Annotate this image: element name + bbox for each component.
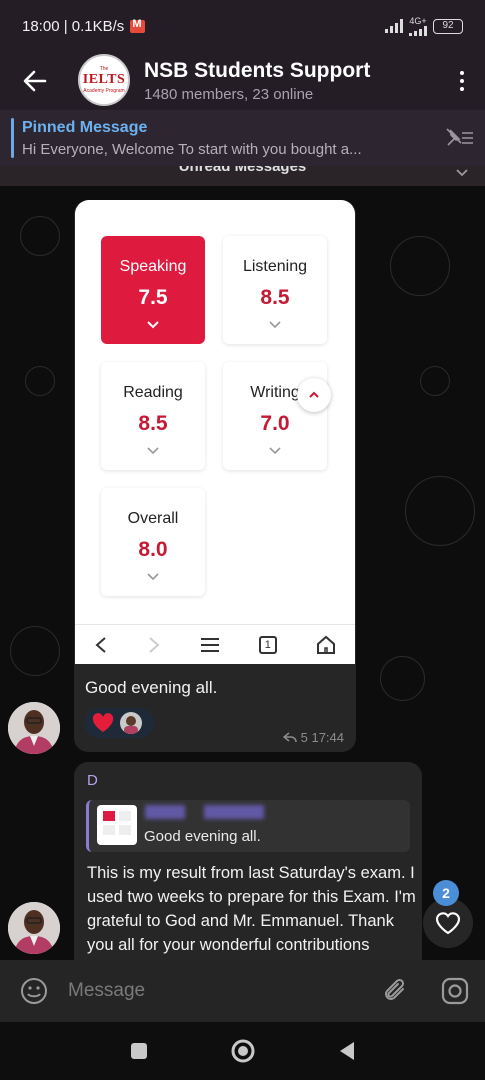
- reply-preview-text: Good evening all.: [144, 828, 261, 845]
- network-label: 4G+: [409, 16, 427, 36]
- home-icon: [316, 635, 335, 654]
- forward-chevron-icon: [149, 636, 160, 653]
- chevron-down-icon: [147, 321, 159, 329]
- tab-count-icon: 1: [258, 635, 277, 654]
- camera-button[interactable]: [425, 977, 485, 1005]
- reaction-pill[interactable]: [84, 708, 154, 738]
- reactor-avatar: [120, 712, 142, 734]
- back-chevron-icon: [95, 636, 107, 653]
- pinned-text: Pinned Message Hi Everyone, Welcome To s…: [22, 119, 435, 158]
- chat-header: The IELTS Academy Program NSB Students S…: [0, 52, 485, 110]
- gmail-icon: [130, 18, 146, 33]
- score-card-speaking: Speaking 7.5: [101, 236, 205, 344]
- group-avatar-sub-text: Academy Program: [83, 88, 125, 94]
- battery-icon: 92: [433, 18, 463, 34]
- heart-icon: [92, 713, 114, 732]
- chevron-up-icon: [309, 391, 319, 398]
- doodle-bg: [10, 626, 60, 676]
- signal-icon: [385, 19, 403, 33]
- pinned-preview: Hi Everyone, Welcome To start with you b…: [22, 140, 362, 158]
- message-caption: Good evening all.: [85, 678, 218, 697]
- group-info[interactable]: NSB Students Support 1480 members, 23 on…: [144, 59, 439, 103]
- group-title: NSB Students Support: [144, 59, 371, 82]
- doodle-bg: [390, 236, 450, 296]
- redacted-name: [204, 805, 264, 819]
- message-composer: [0, 960, 485, 1022]
- doodle-bg: [380, 656, 425, 701]
- score-card-reading: Reading 8.5: [101, 362, 205, 470]
- group-avatar[interactable]: The IELTS Academy Program: [78, 54, 130, 106]
- sender-name: D: [87, 772, 98, 789]
- score-value: 8.5: [260, 286, 290, 309]
- status-indicators: 4G+ 92: [385, 16, 463, 36]
- message-bubble[interactable]: Speaking 7.5 Listening 8.5 Reading 8.5 W…: [74, 200, 356, 752]
- chevron-down-icon: [147, 447, 159, 455]
- reply-quote[interactable]: Good evening all.: [86, 800, 410, 852]
- score-value: 7.5: [138, 286, 168, 309]
- score-label: Listening: [242, 258, 308, 275]
- doodle-bg: [25, 366, 55, 396]
- result-screenshot-image[interactable]: Speaking 7.5 Listening 8.5 Reading 8.5 W…: [75, 200, 355, 664]
- emoji-icon: [21, 978, 47, 1004]
- heart-outline-icon: [435, 912, 461, 935]
- doodle-bg: [405, 476, 475, 546]
- group-avatar-logo: IELTS: [82, 72, 126, 87]
- sender-avatar[interactable]: [8, 702, 60, 754]
- back-button[interactable]: [0, 52, 70, 110]
- score-card-overall: Overall 8.0: [101, 488, 205, 596]
- message-text: This is my result from last Saturday's e…: [87, 864, 416, 954]
- hamburger-menu-icon: [200, 637, 219, 652]
- scroll-up-button: [297, 378, 331, 412]
- emoji-button[interactable]: [0, 977, 68, 1005]
- home-circle-icon[interactable]: [230, 1038, 256, 1064]
- status-bar: 18:00 | 0.1KB/s 4G+ 92: [0, 0, 485, 52]
- arrow-left-icon: [23, 70, 47, 92]
- pinned-message-bar[interactable]: Pinned Message Hi Everyone, Welcome To s…: [0, 110, 485, 166]
- browser-nav-bar: 1: [75, 624, 355, 664]
- chat-area[interactable]: Speaking 7.5 Listening 8.5 Reading 8.5 W…: [0, 186, 485, 960]
- message-input[interactable]: [68, 980, 367, 1002]
- instagram-camera-icon: [441, 977, 469, 1005]
- score-label: Speaking: [119, 258, 187, 275]
- score-label: Overall: [127, 510, 179, 527]
- reply-thumbnail: [97, 805, 137, 845]
- score-value: 8.0: [138, 538, 168, 561]
- message-meta: 5 17:44: [282, 730, 344, 745]
- unread-messages-divider: Unread Messages: [0, 166, 485, 186]
- doodle-bg: [20, 216, 60, 256]
- reply-count-time: 5 17:44: [300, 730, 344, 745]
- sender-avatar[interactable]: [8, 902, 60, 954]
- recents-square-icon[interactable]: [130, 1042, 148, 1060]
- chevron-down-icon: [269, 321, 281, 329]
- chevron-down-icon: [269, 447, 281, 455]
- paperclip-icon: [385, 978, 405, 1000]
- unread-label: Unread Messages: [178, 166, 307, 175]
- tab-count: 1: [264, 638, 271, 651]
- reactions-badge: 2: [433, 880, 459, 906]
- score-label: Reading: [123, 384, 183, 401]
- unpin-list-icon[interactable]: [435, 127, 485, 149]
- redacted-name: [145, 805, 185, 819]
- score-label: Writing: [250, 384, 300, 401]
- group-subtitle: 1480 members, 23 online: [144, 86, 314, 103]
- message-bubble[interactable]: D Good evening all. This is my result fr…: [74, 762, 422, 960]
- attach-button[interactable]: [367, 977, 425, 1005]
- back-triangle-icon[interactable]: [338, 1041, 356, 1061]
- score-card-listening: Listening 8.5: [223, 236, 327, 344]
- system-nav-bar: [0, 1022, 485, 1080]
- pinned-indicator: [11, 118, 14, 158]
- reply-arrow-icon: [282, 731, 297, 742]
- chevron-down-icon[interactable]: [455, 166, 469, 180]
- signal-icon-2: [409, 25, 427, 36]
- status-time: 18:00 | 0.1KB/s: [22, 17, 125, 35]
- chevron-down-icon: [147, 573, 159, 581]
- score-value: 8.5: [138, 412, 168, 435]
- pinned-title: Pinned Message: [22, 118, 148, 136]
- more-vertical-icon[interactable]: [439, 71, 485, 91]
- score-value: 7.0: [260, 412, 290, 435]
- doodle-bg: [420, 366, 450, 396]
